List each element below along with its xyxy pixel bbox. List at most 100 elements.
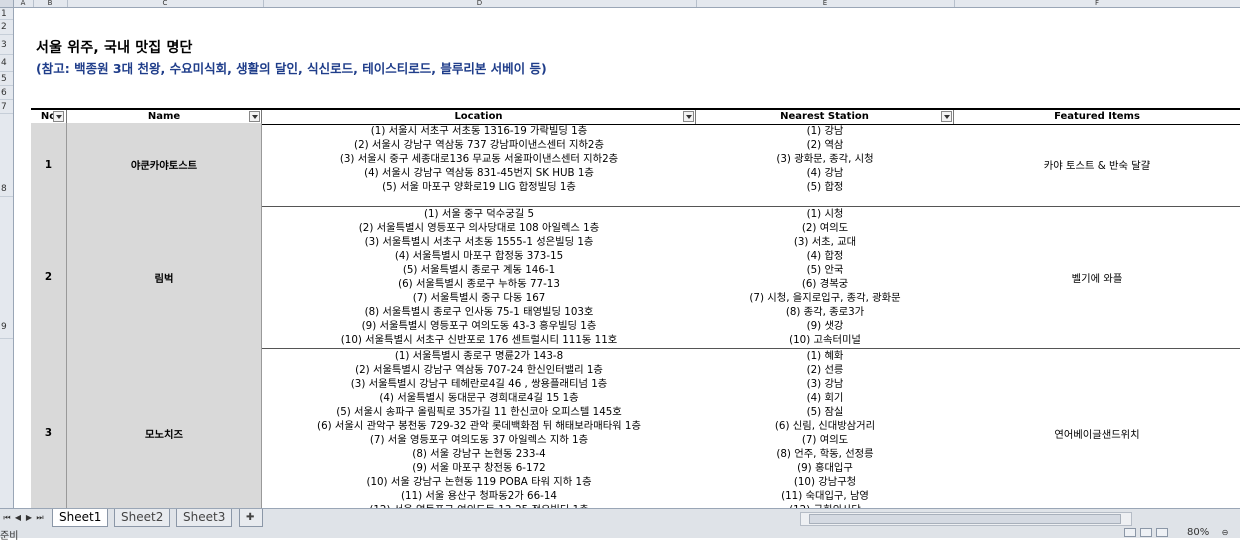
page-title[interactable]: 서울 위주, 국내 맛집 명단 [36,37,193,57]
station-line: (8) 종각, 종로3가 [785,306,865,318]
cell-location[interactable]: (1) 서울특별시 종로구 명륜2가 143-8 (2) 서울특별시 강남구 역삼… [262,348,696,518]
station-line: (6) 신림, 신대방삼거리 [774,420,876,432]
header-featured-label: Featured Items [1054,111,1140,122]
page-layout-view-icon[interactable] [1140,528,1152,537]
station-line: (9) 샛강 [806,320,844,332]
tab-sheet3[interactable]: Sheet3 [176,509,233,527]
header-featured[interactable]: Featured Items [954,110,1240,124]
cell-featured[interactable]: 카야 토스트 & 반숙 달걀 [954,123,1240,206]
row-header[interactable]: 2 [0,20,13,35]
location-line: (1) 서울특별시 종로구 명륜2가 143-8 [394,350,564,362]
column-header-b[interactable]: B [33,0,68,7]
page-subtitle[interactable]: (참고: 백종원 3대 천왕, 수요미식회, 생활의 달인, 식신로드, 테이스… [36,58,547,77]
column-header-e[interactable]: E [696,0,955,7]
table-row: 3 모노치즈 (1) 서울특별시 종로구 명륜2가 143-8 (2) 서울특별시 강… [31,348,1240,519]
normal-view-icon[interactable] [1124,528,1136,537]
station-line: (5) 합정 [806,181,844,193]
page-break-view-icon[interactable] [1156,528,1168,537]
filter-dropdown-icon[interactable] [941,111,952,122]
location-line: (2) 서울특별시 영등포구 의사당대로 108 아일렉스 1층 [358,222,600,234]
row-header[interactable]: 3 [0,35,13,55]
select-all-corner[interactable] [0,0,14,7]
row-header[interactable]: 4 [0,55,13,72]
column-header-a[interactable]: A [13,0,34,7]
table-row: 1 야쿤카야토스트 (1) 서울시 서초구 서초동 1316-19 가락빌딩 1층(… [31,123,1240,207]
location-line: (2) 서울시 강남구 역삼동 737 강남파이낸스센터 지하2층 [354,139,604,151]
station-line: (5) 안국 [806,264,844,276]
station-line: (1) 시청 [806,208,844,220]
status-bar: 준비 80% ⊖ [0,527,1240,542]
cell-no[interactable]: 1 [31,123,67,206]
sheet-tab-bar: ⏮ ◀ ▶ ⏭ Sheet1 Sheet2 Sheet3 ✚ [0,508,1240,528]
cell-name[interactable]: 림벅 [67,206,262,348]
cell-featured[interactable]: 연어베이글샌드위치 [954,348,1240,518]
cell-location[interactable]: (1) 서울 중구 덕수궁길 5 (2) 서울특별시 영등포구 의사당대로 108… [262,206,696,348]
row-header[interactable]: 9 [0,197,13,339]
location-line: (5) 서울 마포구 양화로19 LIG 합정빌딩 1층 [382,181,576,193]
location-line: (8) 서울특별시 종로구 인사동 75-1 태영빌딩 103호 [364,306,594,318]
station-line: (11) 숙대입구, 남영 [781,490,869,502]
cell-station[interactable]: (1) 혜화 (2) 선릉 (3) 강남 (4) 회기 (5) 잠실 (6) 신림, 신대… [696,348,954,518]
horizontal-scrollbar[interactable] [800,512,1132,526]
header-no[interactable]: No [31,110,67,124]
location-line: (8) 서울 강남구 논현동 233-4 [412,448,546,460]
station-line: (10) 강남구청 [793,476,857,488]
insert-sheet-icon[interactable]: ✚ [239,509,263,527]
location-line: (7) 서울특별시 중구 다동 167 [412,292,546,304]
cell-location[interactable]: (1) 서울시 서초구 서초동 1316-19 가락빌딩 1층 (2) 서울시 강… [262,123,696,206]
cell-featured[interactable]: 벨기에 와플 [954,206,1240,348]
station-line: (7) 여의도 [801,434,849,446]
location-line: (3) 서울특별시 서초구 서초동 1555-1 성은빌딩 1층 [364,236,594,248]
zoom-out-icon[interactable]: ⊖ [1220,528,1230,538]
station-line: (3) 강남 [806,378,844,390]
station-line: (4) 강남 [806,167,844,179]
location-line: (2) 서울특별시 강남구 역삼동 707-24 한신인터밸리 1층 [355,364,603,376]
tab-sheet2[interactable]: Sheet2 [114,509,171,527]
cell-name[interactable]: 모노치즈 [67,348,262,518]
filter-dropdown-icon[interactable] [683,111,694,122]
status-ready: 준비 [0,531,19,542]
cell-station[interactable]: (1) 강남 (2) 역삼 (3) 광화문, 종각, 시청 (4) 강남 (5) 합정 [696,123,954,206]
prev-sheet-icon[interactable]: ◀ [13,513,23,523]
column-header-bar: A B C D E F [0,0,1240,8]
filter-dropdown-icon[interactable] [53,111,64,122]
location-line: (6) 서울특별시 종로구 누하동 77-13 [398,278,560,290]
location-line: (5) 서울시 송파구 올림픽로 35가길 11 한신코아 오피스텔 145호 [336,406,622,418]
next-sheet-icon[interactable]: ▶ [24,513,34,523]
station-line: (2) 역삼 [806,139,844,151]
cell-name[interactable]: 야쿤카야토스트 [67,123,262,206]
filter-dropdown-icon[interactable] [249,111,260,122]
column-header-c[interactable]: C [67,0,264,7]
location-line: (3) 서울특별시 강남구 테헤란로4길 46 , 쌍용플래티넘 1층 [350,378,608,390]
location-line: (4) 서울시 강남구 역삼동 831-45번지 SK HUB 1층 [364,167,594,179]
row-header-bar: 1 2 3 4 5 6 7 8 9 [0,8,14,508]
column-header-f[interactable]: F [954,0,1240,7]
header-station[interactable]: Nearest Station [696,110,954,124]
row-header[interactable]: 8 [0,114,13,197]
row-header[interactable]: 1 [0,8,13,20]
station-line: (7) 시청, 을지로입구, 종각, 광화문 [749,292,901,304]
station-line: (4) 합정 [806,250,844,262]
location-line: (10) 서울 강남구 논현동 119 POBA 타워 지하 1층 [366,476,592,488]
header-location[interactable]: Location [262,110,696,124]
station-line: (6) 경복궁 [801,278,849,290]
header-station-label: Nearest Station [780,111,869,122]
cell-no[interactable]: 2 [31,206,67,348]
last-sheet-icon[interactable]: ⏭ [35,513,45,523]
tab-sheet1[interactable]: Sheet1 [52,509,109,527]
header-name[interactable]: Name [67,110,262,124]
cell-station[interactable]: (1) 시청 (2) 여의도 (3) 서초, 교대 (4) 합정 (5) 안국 (6) 경… [696,206,954,348]
row-header[interactable]: 5 [0,72,13,86]
first-sheet-icon[interactable]: ⏮ [2,513,12,523]
row-header[interactable]: 7 [0,100,13,114]
cell-no[interactable]: 3 [31,348,67,518]
row-header[interactable]: 6 [0,86,13,100]
location-line: (10) 서울특별시 서초구 신반포로 176 센트럴시티 111동 11호 [340,334,618,346]
location-line: (11) 서울 용산구 청파동2가 66-14 [401,490,557,502]
header-location-label: Location [454,111,503,122]
location-line: (6) 서울시 관악구 봉천동 729-32 관악 롯데백화점 뒤 해태보라매타… [317,420,641,432]
zoom-level[interactable]: 80% [1187,527,1209,538]
column-header-d[interactable]: D [263,0,697,7]
station-line: (2) 선릉 [806,364,844,376]
scrollbar-thumb[interactable] [809,514,1121,524]
